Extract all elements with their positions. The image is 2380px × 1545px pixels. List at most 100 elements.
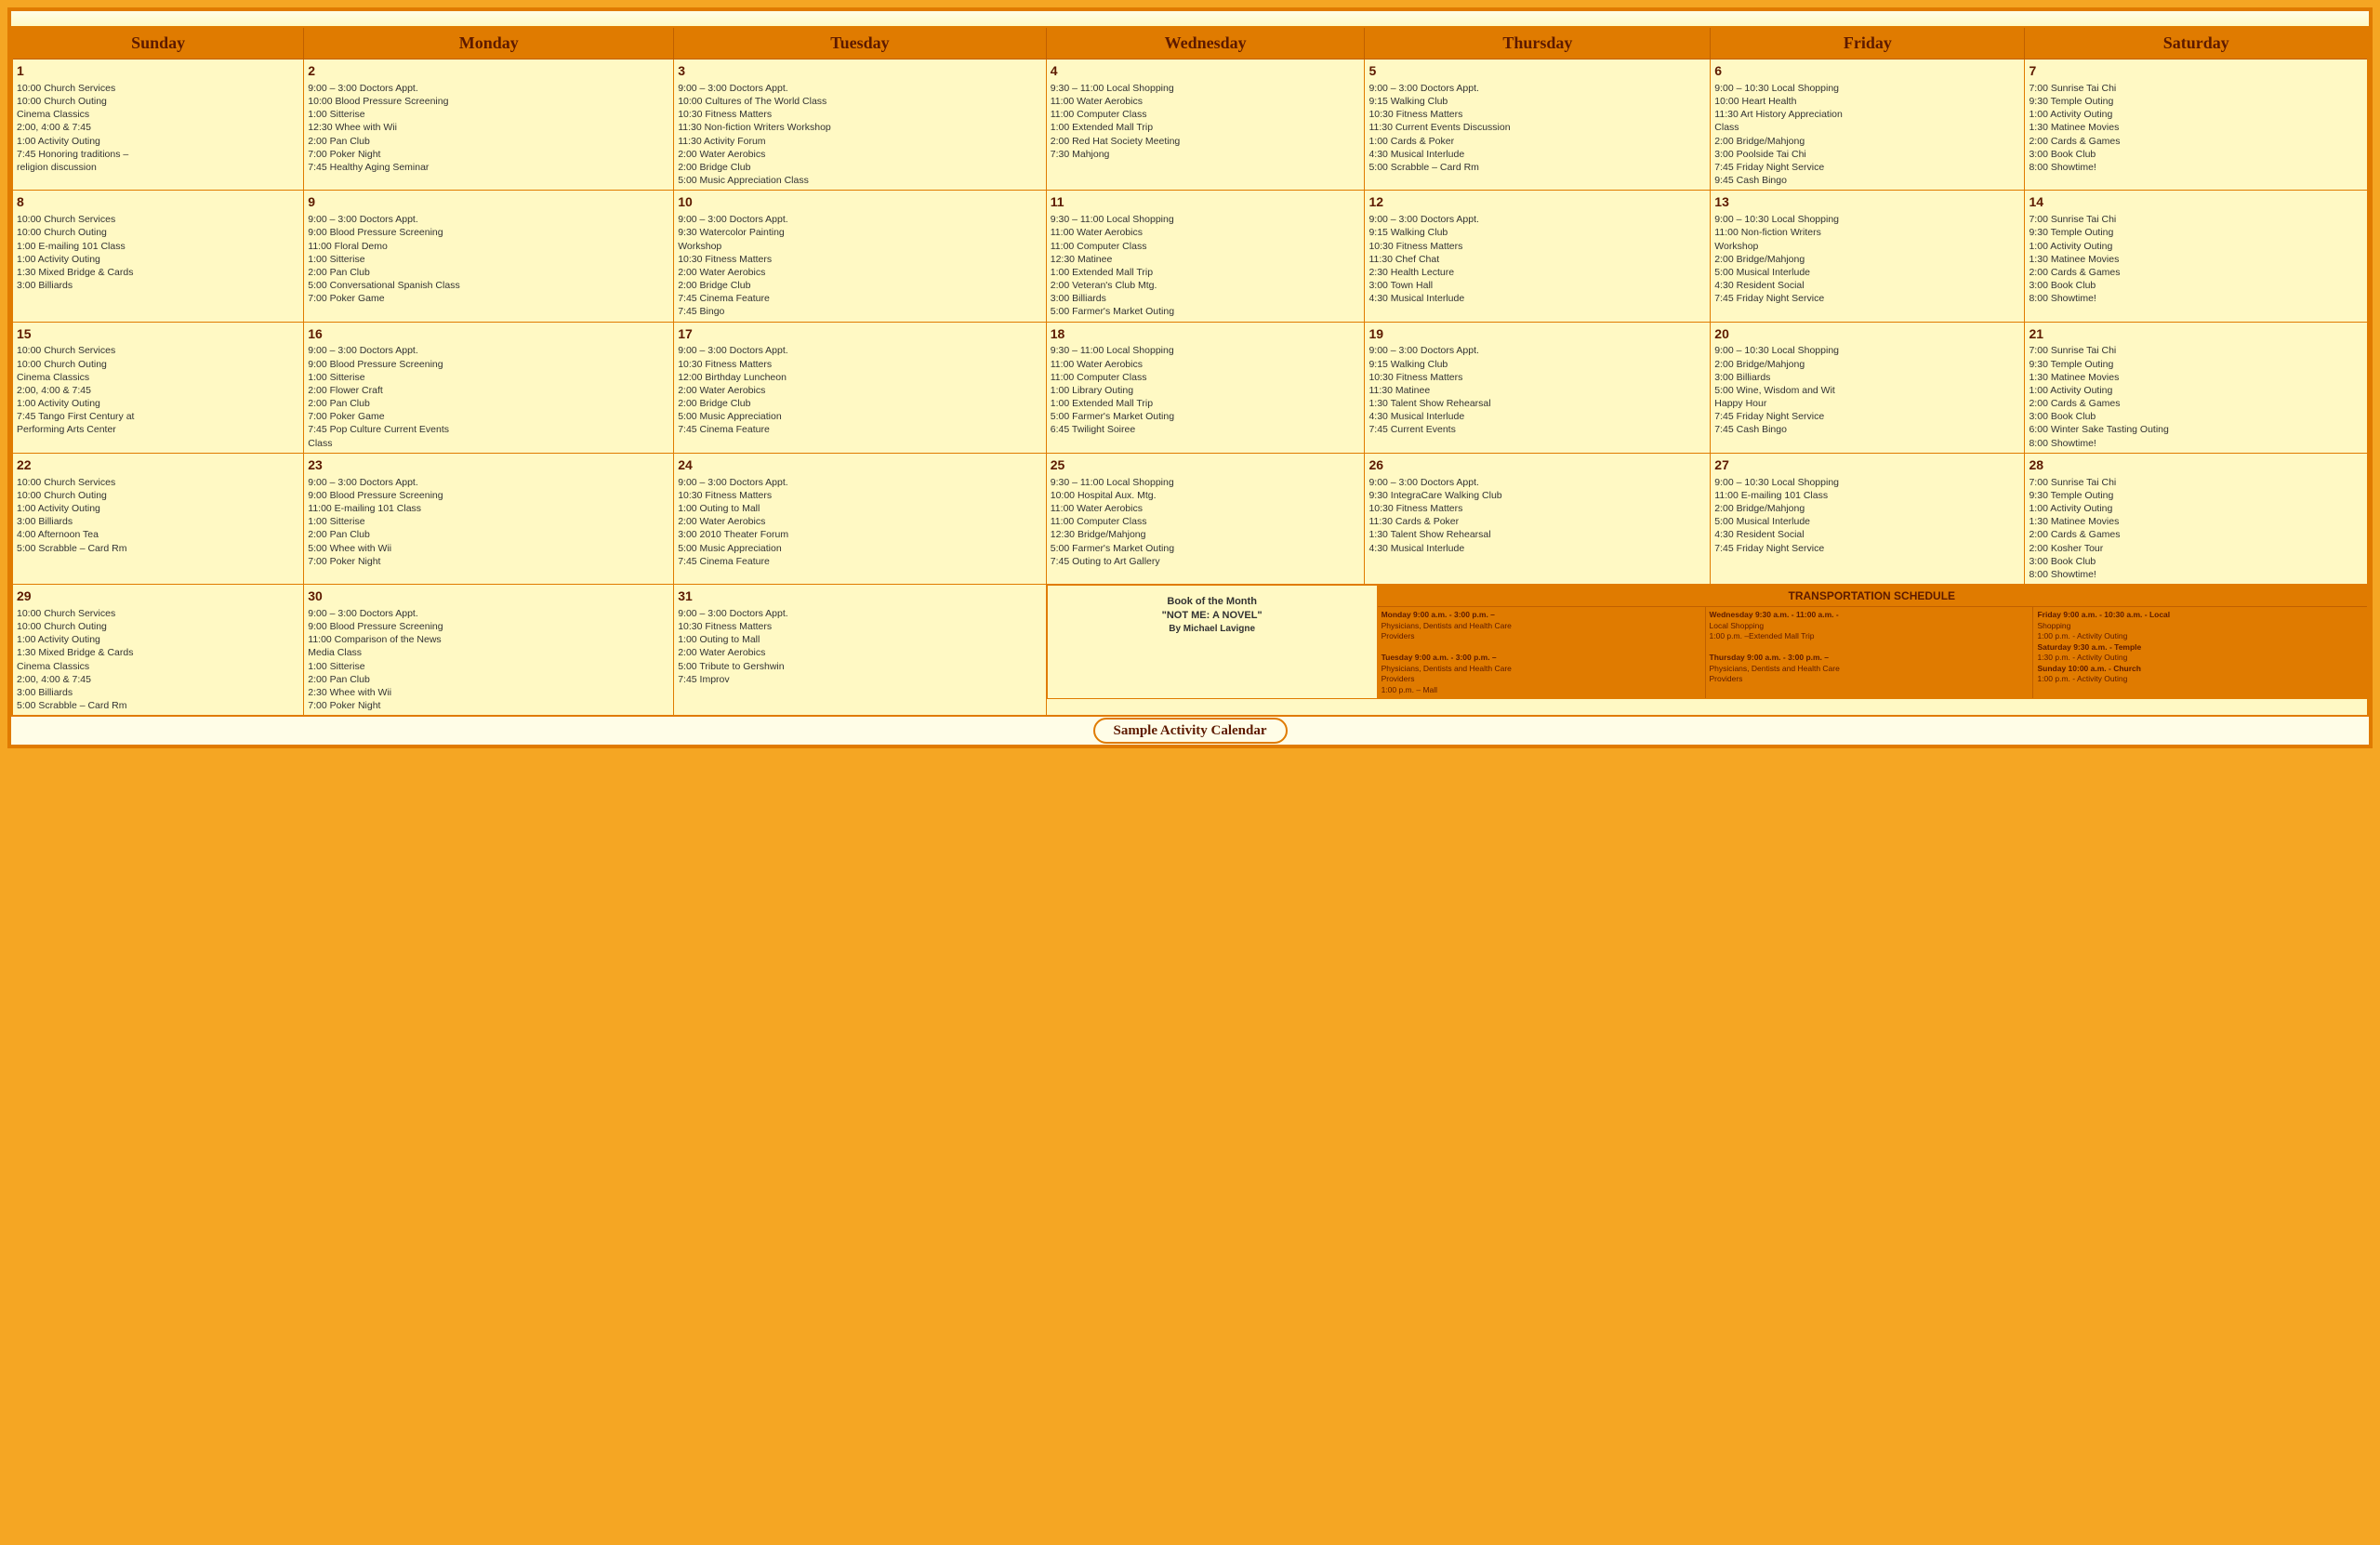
cell-w2-wed: 11 9:30 – 11:00 Local Shopping11:00 Water… [1046,191,1365,322]
cell-w1-sat: 77:00 Sunrise Tai Chi9:30 Temple Outing1… [2025,59,2368,191]
event-line: 10:30 Fitness Matters [1368,371,1706,384]
sample-label: Sample Activity Calendar [1093,718,1288,744]
event-line: 6:00 Winter Sake Tasting Outing [2029,423,2363,436]
day-number: 7 [2029,62,2363,80]
event-line: 9:30 IntegraCare Walking Club [1368,489,1706,502]
event-line: 11:00 Water Aerobics [1051,226,1361,239]
event-line: 7:45 Cash Bingo [1714,423,2020,436]
event-line: 9:00 – 10:30 Local Shopping [1714,476,2020,489]
event-line: 11:00 Computer Class [1051,515,1361,528]
event-line: 7:45 Bingo [678,305,1042,318]
cell-w5-sun: 29 10:00 Church Services10:00 Church Outi… [12,585,304,717]
event-line: 5:00 Music Appreciation Class [678,174,1042,187]
event-line: 5:00 Scrabble – Card Rm [17,542,299,555]
cell-w4-sun: 2210:00 Church Services10:00 Church Outi… [12,453,304,584]
event-line: 11:30 Activity Forum [678,135,1042,148]
event-line: religion discussion [17,161,299,174]
event-line: 3:00 Book Club [2029,555,2363,568]
event-line: 7:45 Outing to Art Gallery [1051,555,1361,568]
event-line: 2:00 Cards & Games [2029,135,2363,148]
cell-w2-sun: 810:00 Church Services10:00 Church Outin… [12,191,304,322]
event-line: 9:30 – 11:00 Local Shopping [1051,344,1361,357]
event-line: 3:00 Billiards [1714,371,2020,384]
event-line: 9:30 Watercolor Painting [678,226,1042,239]
event-line: 7:00 Sunrise Tai Chi [2029,213,2363,226]
event-line: 1:00 Activity Outing [2029,502,2363,515]
event-line: 3:00 Poolside Tai Chi [1714,148,2020,161]
cell-w1-mon: 29:00 – 3:00 Doctors Appt.10:00 Blood Pr… [304,59,674,191]
event-line: 7:45 Friday Night Service [1714,292,2020,305]
event-line: 9:00 Blood Pressure Screening [308,358,669,371]
title-area [11,11,2369,26]
event-line: 10:00 Cultures of The World Class [678,95,1042,108]
transport-wed-thu: Wednesday 9:30 a.m. - 11:00 a.m. -Local … [1705,607,2033,699]
event-line: 11:30 Chef Chat [1368,253,1706,266]
cell-w5-mon: 309:00 – 3:00 Doctors Appt.9:00 Blood Pr… [304,585,674,717]
event-line: 9:30 Temple Outing [2029,489,2363,502]
event-line: 1:30 Matinee Movies [2029,121,2363,134]
event-line: 9:00 – 3:00 Doctors Appt. [1368,213,1706,226]
event-line: 10:00 Church Services [17,213,299,226]
event-line: 10:00 Church Outing [17,620,299,633]
event-line: 1:00 Sitterise [308,515,669,528]
event-line: 1:00 Outing to Mall [678,502,1042,515]
event-line: 9:00 – 3:00 Doctors Appt. [308,476,669,489]
event-line: Cinema Classics [17,108,299,121]
event-line: 10:00 Church Outing [17,489,299,502]
event-line: 10:30 Fitness Matters [1368,108,1706,121]
day-number: 20 [1714,325,2020,343]
event-line: 2:00 Veteran's Club Mtg. [1051,279,1361,292]
event-line: 9:30 – 11:00 Local Shopping [1051,213,1361,226]
day-number: 11 [1051,193,1361,211]
event-line: 1:00 Activity Outing [2029,384,2363,397]
book-of-month: Book of the Month"NOT ME: A NOVEL"By Mic… [1047,586,1377,699]
event-line: 7:45 Friday Night Service [1714,410,2020,423]
day-number: 4 [1051,62,1361,80]
day-number: 13 [1714,193,2020,211]
event-line: 2:00 Bridge Club [678,279,1042,292]
event-line: Class [308,437,669,450]
event-line: 9:00 Blood Pressure Screening [308,489,669,502]
event-line: 7:45 Improv [678,673,1042,686]
cell-w1-wed: 49:30 – 11:00 Local Shopping11:00 Water … [1046,59,1365,191]
cell-w1-tue: 39:00 – 3:00 Doctors Appt.10:00 Cultures… [674,59,1047,191]
event-line: 11:30 Matinee [1368,384,1706,397]
event-line: 2:00 Water Aerobics [678,148,1042,161]
event-line: 11:00 E-mailing 101 Class [308,502,669,515]
event-line: 7:00 Poker Game [308,410,669,423]
event-line: 12:30 Matinee [1051,253,1361,266]
event-line: 12:30 Bridge/Mahjong [1051,528,1361,541]
cell-w2-tue: 109:00 – 3:00 Doctors Appt.9:30 Watercol… [674,191,1047,322]
day-number: 8 [17,193,299,211]
event-line: 10:00 Church Services [17,607,299,620]
day-number: 29 [17,588,299,605]
event-line: 10:30 Fitness Matters [678,253,1042,266]
event-line: 9:00 Blood Pressure Screening [308,226,669,239]
cell-w1-fri: 69:00 – 10:30 Local Shopping10:00 Heart … [1711,59,2025,191]
event-line: 10:00 Church Outing [17,358,299,371]
day-number: 16 [308,325,669,343]
event-line: 9:00 – 3:00 Doctors Appt. [678,476,1042,489]
event-line: 9:00 – 3:00 Doctors Appt. [308,607,669,620]
event-line: 9:30 Temple Outing [2029,95,2363,108]
event-line: Media Class [308,646,669,659]
cell-w3-thu: 199:00 – 3:00 Doctors Appt.9:15 Walking … [1365,322,1711,453]
event-line: 2:00 Water Aerobics [678,266,1042,279]
event-line: 10:30 Fitness Matters [1368,502,1706,515]
day-number: 19 [1368,325,1706,343]
event-line: Workshop [1714,240,2020,253]
header-monday: Monday [304,27,674,59]
cell-w2-thu: 129:00 – 3:00 Doctors Appt.9:15 Walking … [1365,191,1711,322]
event-line: 1:00 Sitterise [308,253,669,266]
event-line: 7:45 Tango First Century at [17,410,299,423]
event-line: 5:00 Scrabble – Card Rm [17,699,299,712]
event-line: Cinema Classics [17,371,299,384]
event-line: 2:00, 4:00 & 7:45 [17,121,299,134]
event-line: 7:00 Sunrise Tai Chi [2029,476,2363,489]
day-number: 12 [1368,193,1706,211]
event-line: 9:00 – 3:00 Doctors Appt. [678,607,1042,620]
transport-header-cell: TRANSPORTATION SCHEDULE [1377,586,2366,607]
event-line: 9:00 – 10:30 Local Shopping [1714,213,2020,226]
event-line: 11:00 Water Aerobics [1051,95,1361,108]
event-line: 2:00 Bridge/Mahjong [1714,253,2020,266]
